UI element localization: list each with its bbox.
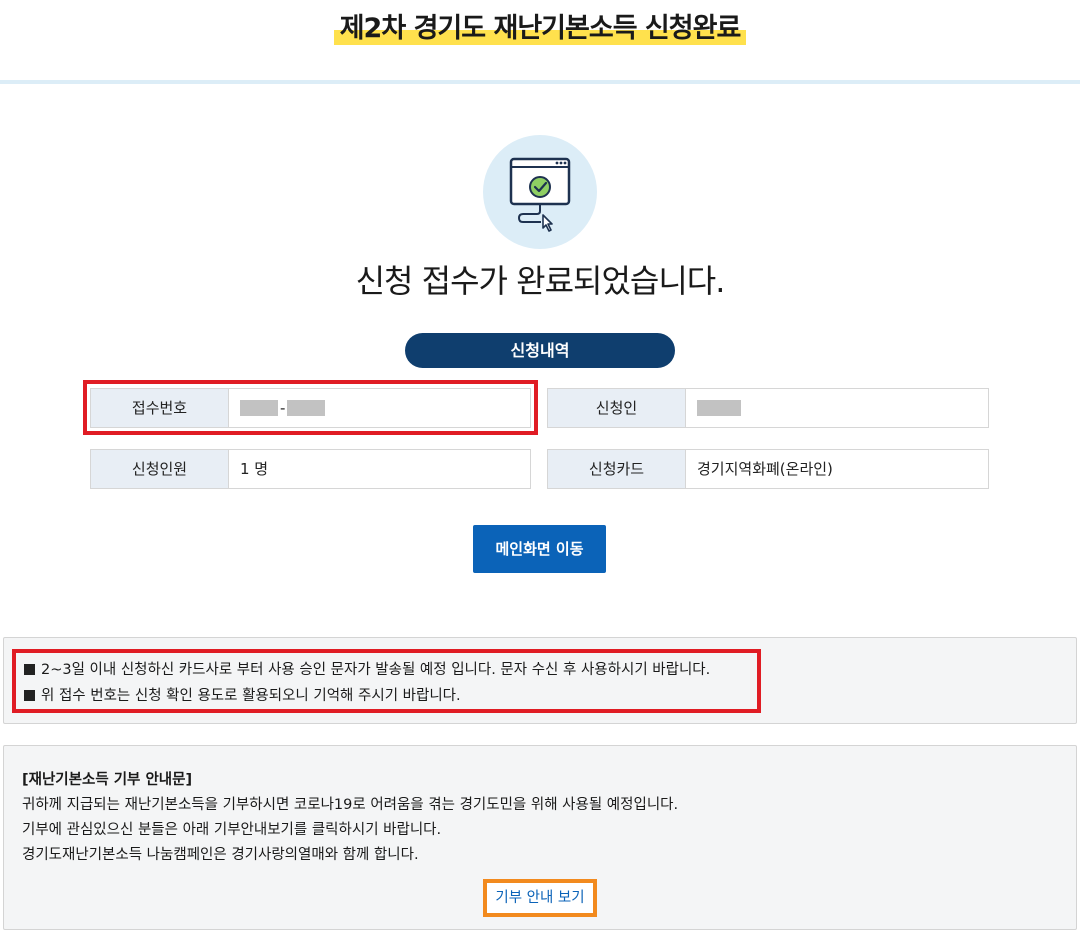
go-main-button[interactable]: 메인화면 이동 <box>473 525 606 573</box>
field-applicant: 신청인 <box>547 388 989 428</box>
donation-line-3: 경기도재난기본소득 나눔캠페인은 경기사랑의열매와 함께 합니다. <box>22 847 419 863</box>
title-wrap: 제2차 경기도 재난기본소득 신청완료 <box>0 10 1080 48</box>
donation-line-2: 기부에 관심있으신 분들은 아래 기부안내보기를 클릭하시기 바랍니다. <box>22 822 442 838</box>
completion-message: 신청 접수가 완료되었습니다. <box>355 262 726 300</box>
field-label: 신청인 <box>548 389 686 427</box>
field-card: 신청카드 경기지역화폐(온라인) <box>547 449 989 489</box>
page-title: 제2차 경기도 재난기본소득 신청완료 <box>333 10 747 48</box>
donation-guide-button[interactable]: 기부 안내 보기 <box>483 879 597 917</box>
field-label: 신청카드 <box>548 450 686 488</box>
donation-title: [재난기본소득 기부 안내문] <box>22 772 193 788</box>
field-value: 경기지역화폐(온라인) <box>697 460 833 478</box>
redacted-block <box>697 400 741 416</box>
field-value-applicant <box>686 389 988 427</box>
donation-line-1: 귀하께 지급되는 재난기본소득을 기부하시면 코로나19로 어려움을 겪는 경기… <box>22 797 679 813</box>
field-applicant-count: 신청인원 1 명 <box>90 449 531 489</box>
field-value: 1 명 <box>240 460 269 478</box>
field-label: 신청인원 <box>91 450 229 488</box>
annotation-highlight-box <box>83 380 538 435</box>
section-label-pill: 신청내역 <box>405 333 675 368</box>
browser-check-icon <box>483 135 597 249</box>
annotation-highlight-box <box>12 649 761 713</box>
